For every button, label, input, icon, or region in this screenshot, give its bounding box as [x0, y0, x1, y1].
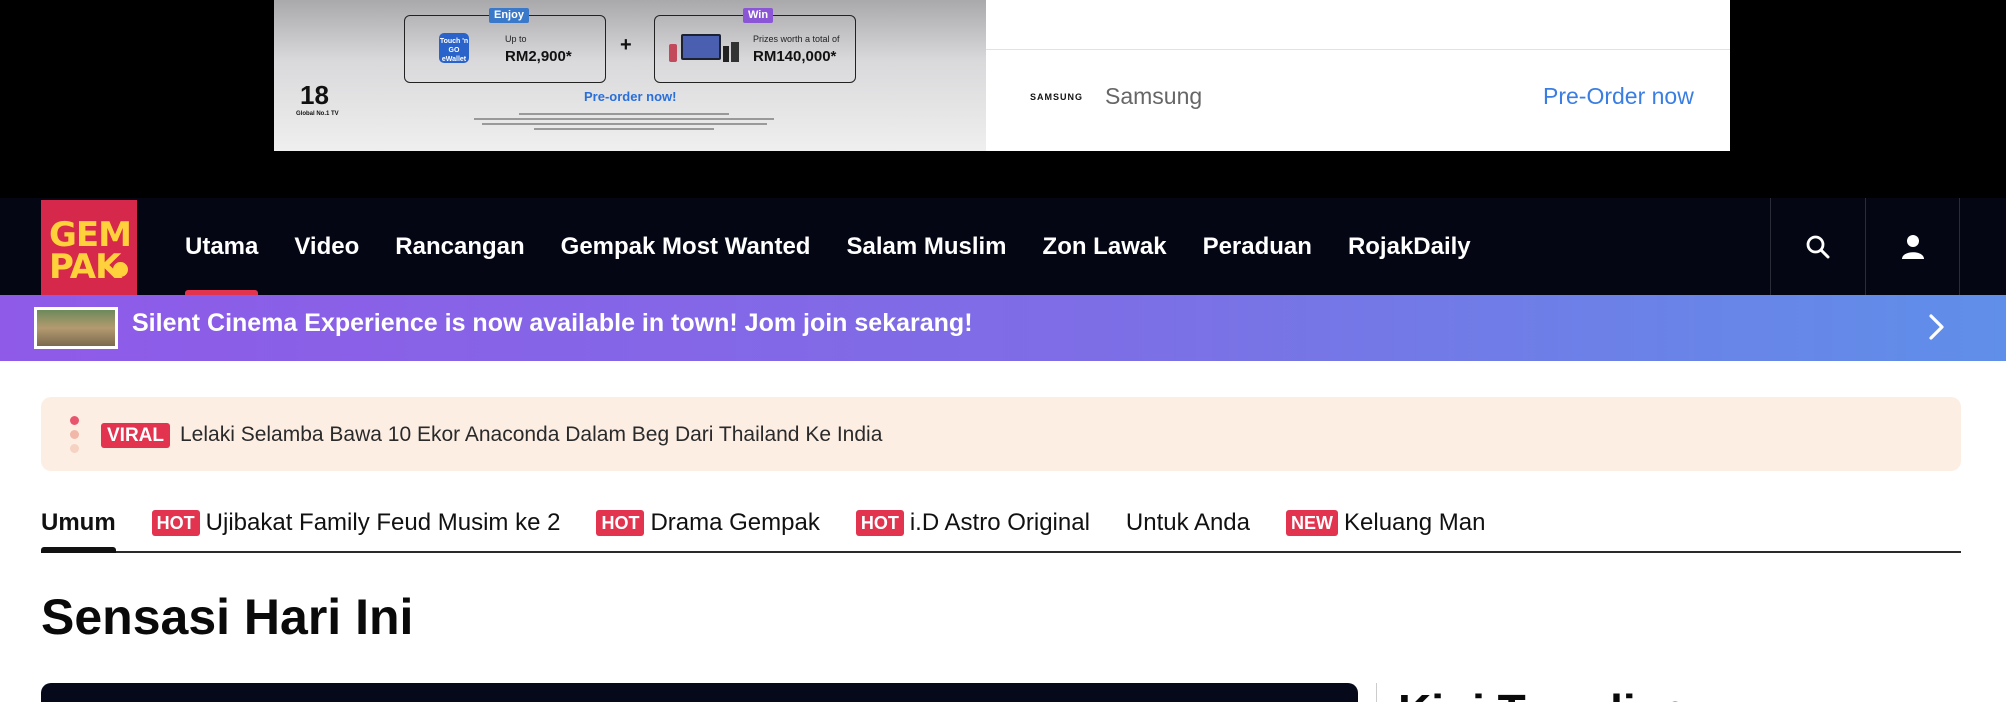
- tab-drama-gempak[interactable]: HOT Drama Gempak: [596, 505, 820, 551]
- ad-offer-card-win: Win Prizes worth a total of RM140,000*: [654, 8, 856, 83]
- tab-label: i.D Astro Original: [909, 509, 1090, 536]
- ad-zone: Enjoy Touch 'n GO eWallet Up to RM2,900*…: [0, 0, 2006, 198]
- nav-item-peraduan[interactable]: Peraduan: [1203, 198, 1312, 295]
- nav-item-zon-lawak[interactable]: Zon Lawak: [1043, 198, 1167, 295]
- ad-enjoy-amount: RM2,900*: [505, 48, 572, 65]
- account-button[interactable]: [1865, 198, 1960, 295]
- ad-plus-sign: +: [620, 34, 632, 56]
- ad-offer-card-enjoy: Enjoy Touch 'n GO eWallet Up to RM2,900*: [404, 8, 606, 83]
- ticker-dot-icon: [70, 430, 79, 439]
- ad-bar-divider: [986, 49, 1730, 50]
- ad-win-tag: Win: [743, 8, 774, 23]
- promo-thumbnail: [34, 307, 118, 349]
- search-icon: [1806, 235, 1830, 258]
- ad-win-prefix: Prizes worth a total of: [753, 34, 840, 44]
- ticker-dot-icon: [70, 416, 79, 425]
- featured-video-card[interactable]: [41, 683, 1358, 702]
- promo-banner[interactable]: Silent Cinema Experience is now availabl…: [0, 295, 2006, 361]
- ad-product-image: [669, 34, 739, 62]
- gempak-logo[interactable]: GEM PAK: [41, 200, 137, 295]
- tab-umum[interactable]: Umum: [41, 505, 116, 553]
- tab-untuk-anda[interactable]: Untuk Anda: [1126, 505, 1250, 551]
- hot-badge: HOT: [151, 510, 200, 536]
- new-badge: NEW: [1286, 510, 1338, 536]
- sidebar-title: Kini Trending: [1398, 684, 1692, 702]
- ad-info-bar: SAMSUNG Samsung Pre-Order now: [986, 0, 1730, 151]
- user-icon: [1901, 234, 1924, 259]
- category-tabs: Umum HOT Ujibakat Family Feud Musim ke 2…: [41, 505, 1961, 553]
- nav-item-rojakdaily[interactable]: RojakDaily: [1348, 198, 1471, 295]
- main-header: GEM PAK Utama Video Rancangan Gempak Mos…: [0, 198, 2006, 295]
- ad-win-amount: RM140,000*: [753, 48, 837, 65]
- ad-enjoy-prefix: Up to: [505, 34, 527, 44]
- hot-badge: HOT: [596, 510, 645, 536]
- tng-logo-label: Touch 'n GO eWallet: [439, 38, 469, 63]
- ticker-headline-link[interactable]: Lelaki Selamba Bawa 10 Ekor Anaconda Dal…: [180, 423, 882, 447]
- tab-ujibakat-family-feud[interactable]: HOT Ujibakat Family Feud Musim ke 2: [151, 505, 561, 551]
- news-ticker: VIRAL Lelaki Selamba Bawa 10 Ekor Anacon…: [41, 397, 1961, 471]
- sidebar-divider: [1376, 683, 1377, 702]
- ad-preorder-link[interactable]: Pre-order now!: [584, 89, 676, 104]
- nav-item-rancangan[interactable]: Rancangan: [395, 198, 524, 295]
- tab-label: Untuk Anda: [1125, 509, 1250, 536]
- ad-enjoy-tag: Enjoy: [489, 8, 529, 23]
- nav-item-gempak-most-wanted[interactable]: Gempak Most Wanted: [561, 198, 811, 295]
- tab-label: Ujibakat Family Feud Musim ke 2: [205, 509, 561, 536]
- advertiser-name: Samsung: [1105, 83, 1203, 109]
- nav-item-utama[interactable]: Utama: [185, 198, 259, 295]
- hot-badge: HOT: [855, 510, 904, 536]
- promo-text: Silent Cinema Experience is now availabl…: [132, 309, 973, 337]
- tab-label: Keluang Man: [1344, 509, 1486, 536]
- ad-creative[interactable]: Enjoy Touch 'n GO eWallet Up to RM2,900*…: [274, 0, 986, 151]
- ad-award-number: 18: [300, 80, 329, 110]
- tab-id-astro-original[interactable]: HOT i.D Astro Original: [855, 505, 1090, 551]
- tab-label: Umum: [41, 509, 116, 536]
- chevron-right-icon[interactable]: [1920, 311, 1952, 343]
- tab-label: Drama Gempak: [650, 509, 820, 536]
- ticker-dot-icon: [70, 444, 79, 453]
- tng-ewallet-logo: Touch 'n GO eWallet: [439, 33, 469, 63]
- nav-item-salam-muslim[interactable]: Salam Muslim: [846, 198, 1006, 295]
- ad-preorder-button[interactable]: Pre-Order now: [1543, 83, 1694, 110]
- tab-keluang-man[interactable]: NEW Keluang Man: [1286, 505, 1485, 551]
- main-nav: Utama Video Rancangan Gempak Most Wanted…: [185, 198, 1507, 295]
- ad-fine-print: [474, 110, 774, 132]
- advertiser-logo: SAMSUNG: [1030, 92, 1084, 102]
- logo-smile-icon: [113, 262, 128, 277]
- viral-badge: VIRAL: [101, 423, 170, 448]
- ad-award-caption: Global No.1 TV: [296, 111, 339, 117]
- section-title: Sensasi Hari Ini: [41, 589, 414, 645]
- nav-item-video[interactable]: Video: [294, 198, 359, 295]
- search-button[interactable]: [1770, 198, 1865, 295]
